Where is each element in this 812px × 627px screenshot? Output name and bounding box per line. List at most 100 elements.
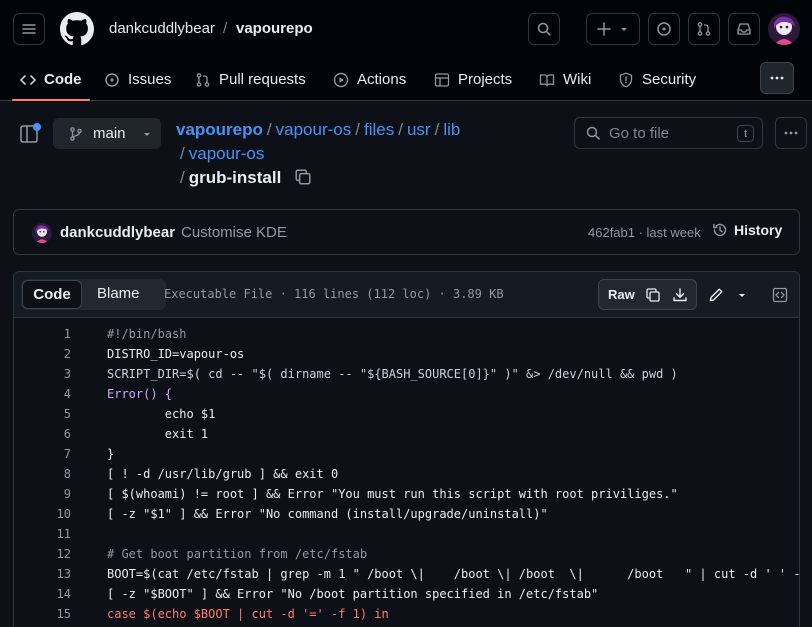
commit-author[interactable]: dankcuddlybear	[60, 224, 175, 241]
copy-icon[interactable]	[294, 168, 312, 186]
triangle-down-icon	[143, 132, 150, 136]
inbox-button[interactable]	[728, 13, 760, 45]
issue-opened-icon	[657, 22, 671, 36]
current-file-name: grub-install	[188, 168, 282, 187]
branch-selector[interactable]: main	[53, 118, 161, 149]
line-number[interactable]: 4	[14, 384, 71, 404]
tab-security-label: Security	[642, 71, 697, 88]
path-separator: /	[180, 144, 185, 163]
line-number[interactable]: 1	[14, 324, 71, 344]
code-line: 7}	[14, 444, 799, 464]
tab-issues[interactable]: Issues	[104, 58, 171, 101]
line-number[interactable]: 5	[14, 404, 71, 424]
code-listing[interactable]: 1 #!/bin/bash 2 DISTRO_ID=vapour-os 3 SCRIP…	[14, 318, 799, 624]
go-to-file-input[interactable]: Go to file t	[574, 117, 763, 149]
line-number[interactable]: 11	[14, 524, 71, 544]
tab-projects[interactable]: Projects	[434, 58, 512, 101]
code-text: [ -z "$1" ] && Error "No command (instal…	[107, 507, 548, 521]
line-number[interactable]: 8	[14, 464, 71, 484]
code-line: 3 SCRIPT_DIR=$( cd -- "$( dirname -- "${B…	[14, 364, 799, 384]
shield-icon	[619, 72, 633, 87]
line-number[interactable]: 6	[14, 424, 71, 444]
menu-button[interactable]	[13, 13, 45, 45]
create-new-button[interactable]	[586, 13, 640, 45]
path-separator: /	[180, 168, 185, 187]
code-line: 10 [ -z "$1" ] && Error "No command (inst…	[14, 504, 799, 524]
search-icon	[586, 126, 600, 140]
repo-header: dankcuddlybear / vapourepo Code Issues P…	[0, 0, 812, 101]
code-text: Error() {	[107, 387, 173, 401]
path-separator: /	[266, 120, 272, 139]
tab-actions[interactable]: Actions	[333, 58, 406, 101]
code-line: 15 case $(echo $BOOT | cut -d '=' -f 1) i…	[14, 604, 799, 624]
history-button[interactable]: History	[712, 222, 782, 238]
line-number[interactable]: 9	[14, 484, 71, 504]
path-segment[interactable]: files	[364, 120, 394, 139]
issue-opened-icon	[105, 72, 119, 87]
copy-icon[interactable]	[645, 287, 661, 303]
line-number[interactable]: 10	[14, 504, 71, 524]
expand-file-tree-button[interactable]	[18, 121, 44, 147]
breadcrumb-separator: /	[223, 20, 228, 37]
path-segment-repo[interactable]: vapourepo	[176, 120, 263, 139]
triangle-down-icon	[621, 28, 627, 31]
code-text: DISTRO_ID=vapour-os	[107, 347, 245, 361]
line-number[interactable]: 15	[14, 604, 71, 624]
line-number[interactable]: 12	[14, 544, 71, 564]
commit-message[interactable]: Customise KDE	[181, 224, 287, 241]
breadcrumb-owner[interactable]: dankcuddlybear	[109, 20, 215, 37]
code-text: #!/bin/bash	[107, 327, 187, 341]
line-number[interactable]: 7	[14, 444, 71, 464]
line-number[interactable]: 3	[14, 364, 71, 384]
tab-wiki[interactable]: Wiki	[539, 58, 591, 101]
path-segment[interactable]: vapour-os	[189, 144, 265, 163]
line-number[interactable]: 2	[14, 344, 71, 364]
code-text: exit 1	[107, 427, 209, 441]
path-segment[interactable]: usr	[407, 120, 431, 139]
git-pull-request-icon	[196, 72, 210, 87]
more-file-options-button[interactable]	[775, 117, 807, 149]
code-line: 1 #!/bin/bash	[14, 324, 799, 344]
line-number[interactable]: 14	[14, 584, 71, 604]
raw-button[interactable]: Raw	[608, 287, 635, 302]
tab-code[interactable]: Code	[12, 58, 89, 101]
repo-more-button[interactable]	[760, 62, 794, 94]
tab-pull-requests[interactable]: Pull requests	[195, 58, 306, 101]
path-separator: /	[355, 120, 360, 139]
code-text: echo $1	[107, 407, 216, 421]
kebab-horizontal-icon	[770, 76, 784, 80]
pull-requests-button[interactable]	[688, 13, 720, 45]
tab-security[interactable]: Security	[618, 58, 696, 101]
hamburger-icon	[22, 24, 36, 34]
issues-button[interactable]	[648, 13, 680, 45]
blame-view-button[interactable]: Blame	[97, 285, 140, 302]
code-line: 2 DISTRO_ID=vapour-os	[14, 344, 799, 364]
pencil-icon[interactable]	[708, 287, 724, 303]
code-text: [ ! -d /usr/lib/grub ] && exit 0	[107, 467, 339, 481]
line-number[interactable]: 13	[14, 564, 71, 584]
commit-author-avatar[interactable]	[32, 223, 52, 243]
path-segment[interactable]: vapour-os	[276, 120, 352, 139]
commit-meta[interactable]: 462fab1 · last week	[588, 225, 701, 240]
code-line: 5 echo $1	[14, 404, 799, 424]
code-line: 11	[14, 524, 799, 544]
kebab-horizontal-icon	[784, 131, 798, 135]
raw-copy-download-group: Raw	[598, 279, 697, 310]
breadcrumb-repo[interactable]: vapourepo	[236, 20, 313, 37]
triangle-down-icon[interactable]	[736, 289, 748, 301]
file-info: Executable File · 116 lines (112 loc) · …	[164, 287, 504, 301]
path-segment[interactable]: lib	[443, 120, 460, 139]
inbox-icon	[737, 23, 751, 35]
history-label: History	[734, 222, 783, 238]
symbols-panel-button[interactable]	[767, 279, 793, 310]
code-view-button[interactable]: Code	[22, 280, 82, 309]
global-nav: dankcuddlybear / vapourepo	[0, 0, 812, 58]
code-line: 12 # Get boot partition from /etc/fstab	[14, 544, 799, 564]
user-avatar[interactable]	[768, 13, 800, 45]
download-icon[interactable]	[672, 287, 688, 303]
github-logo-icon[interactable]	[60, 12, 94, 46]
tab-pull-requests-label: Pull requests	[219, 71, 306, 88]
path-separator: /	[398, 120, 403, 139]
search-button[interactable]	[528, 13, 560, 45]
table-icon	[434, 72, 450, 87]
